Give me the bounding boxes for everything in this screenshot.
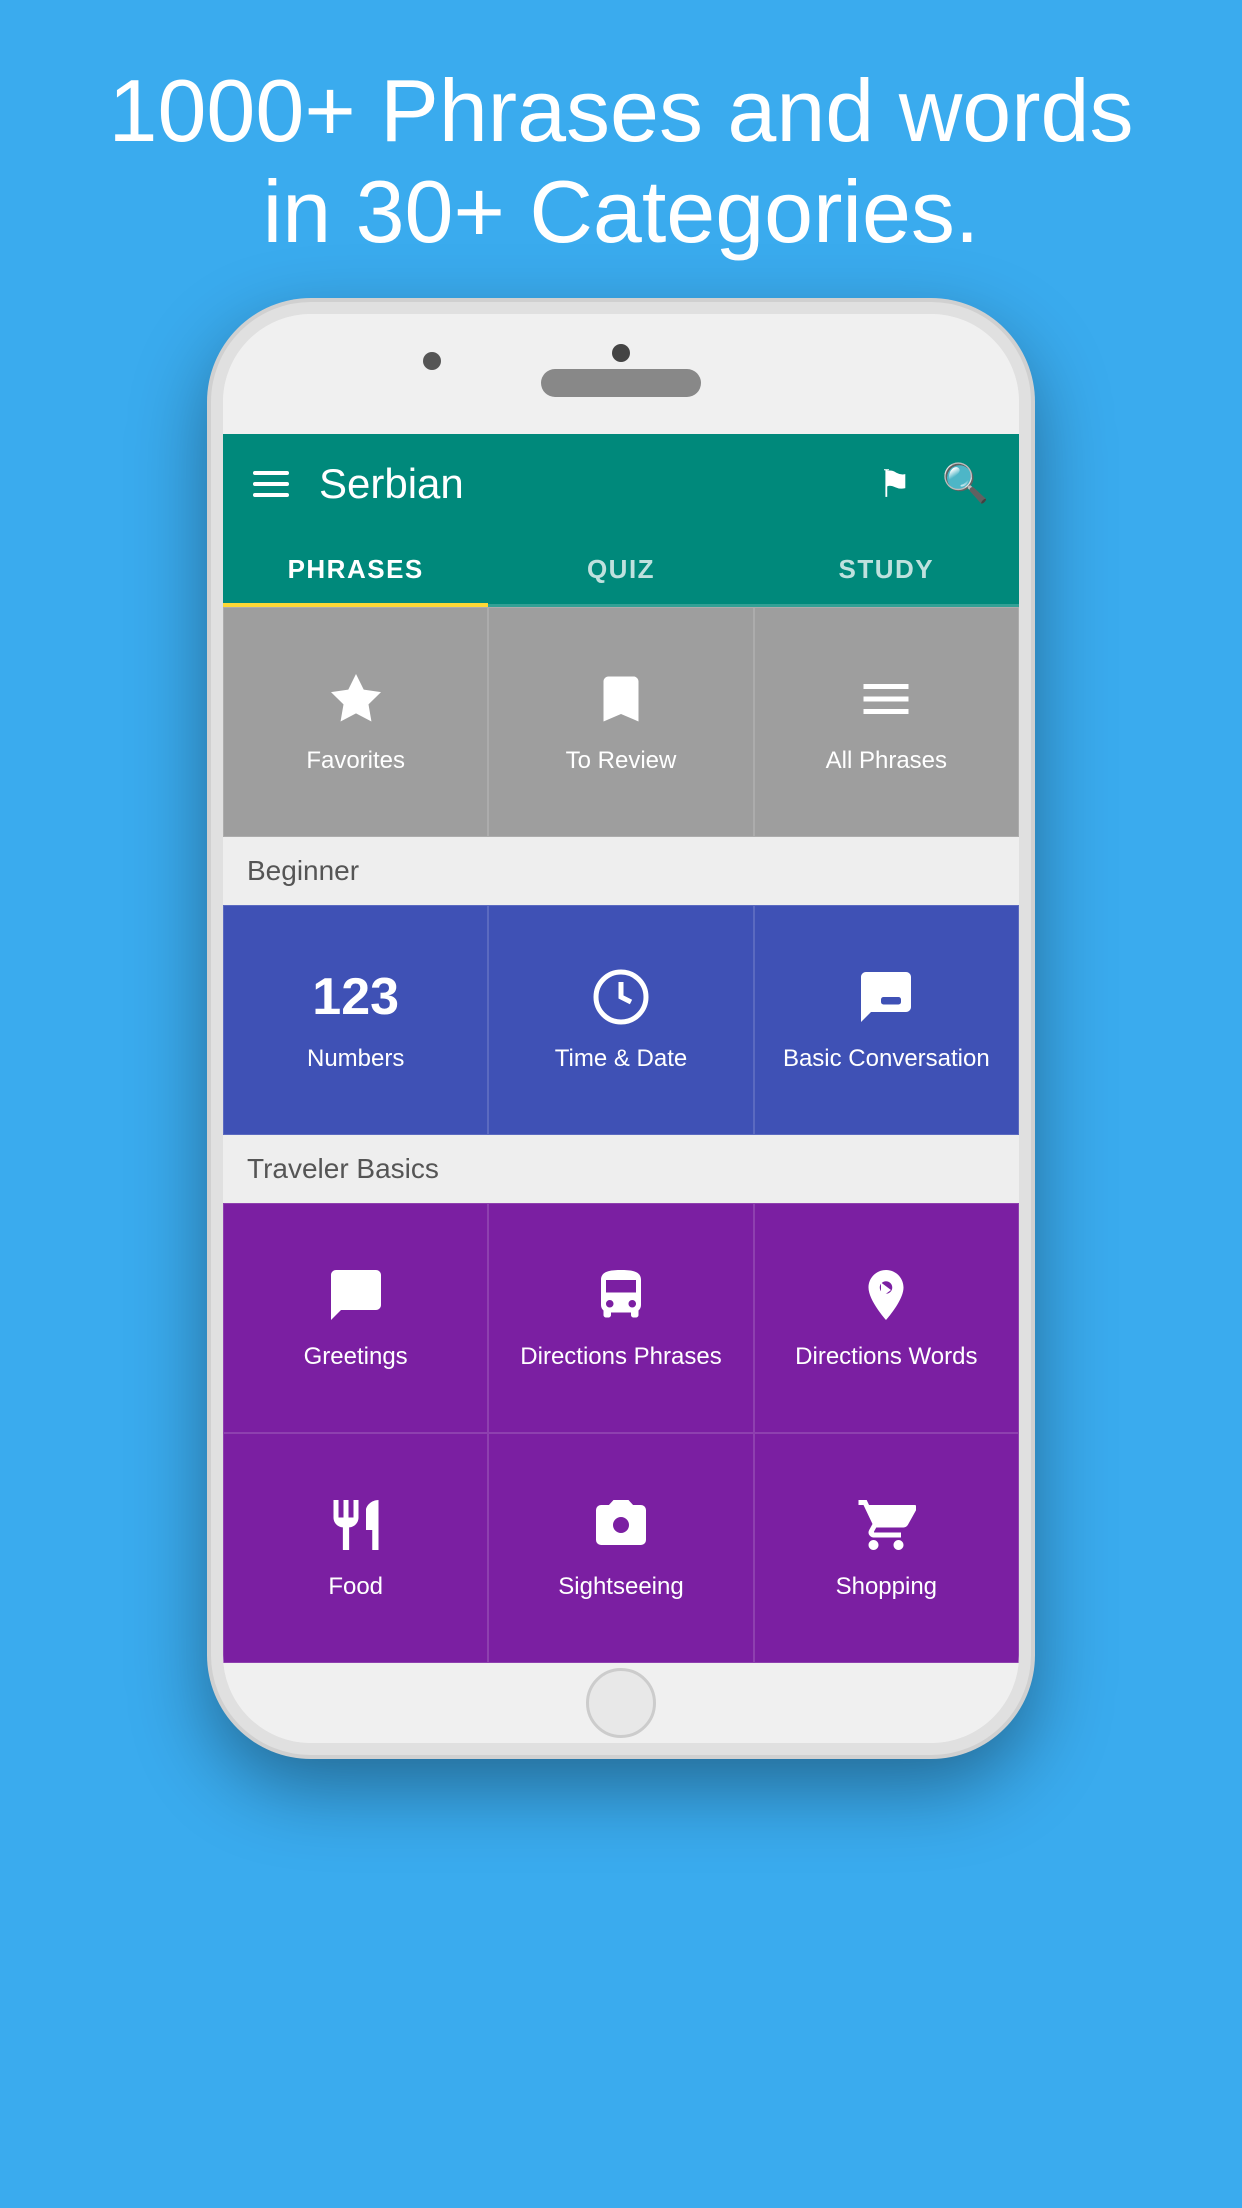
- grid-row-traveler: Greetings Directions Phrases Dire: [223, 1203, 1019, 1433]
- header-right: ⚑ 🔍: [878, 462, 989, 507]
- grid-row-more: Food Sightseeing Shopping: [223, 1433, 1019, 1663]
- section-label-traveler: Traveler Basics: [223, 1135, 1019, 1203]
- tile-time-date-label: Time & Date: [545, 1045, 697, 1073]
- grid-row-beginner: 123 Numbers Time & Date: [223, 905, 1019, 1135]
- menu-button[interactable]: [253, 471, 289, 497]
- tile-basic-conversation[interactable]: Basic Conversation: [754, 905, 1019, 1135]
- hero-line2: in 30+ Categories.: [263, 162, 980, 261]
- direction-icon: [856, 1265, 916, 1325]
- tile-numbers-label: Numbers: [297, 1045, 414, 1073]
- tile-shopping-label: Shopping: [826, 1573, 947, 1601]
- tab-quiz[interactable]: QUIZ: [488, 534, 753, 604]
- tile-favorites-label: Favorites: [296, 747, 415, 775]
- speaker-icon: [541, 369, 701, 397]
- tile-to-review[interactable]: To Review: [488, 607, 753, 837]
- tile-greetings-label: Greetings: [294, 1343, 418, 1371]
- tile-greetings[interactable]: Greetings: [223, 1203, 488, 1433]
- tile-all-phrases-label: All Phrases: [816, 747, 957, 775]
- tile-directions-words-label: Directions Words: [785, 1343, 987, 1371]
- section-top: Favorites To Review All Phrases: [223, 607, 1019, 837]
- app-title: Serbian: [319, 460, 464, 508]
- phone-bottom: [223, 1663, 1019, 1743]
- tile-directions-phrases[interactable]: Directions Phrases: [488, 1203, 753, 1433]
- camera-icon: [423, 352, 441, 370]
- flag-icon[interactable]: ⚑: [878, 462, 912, 507]
- header-left: Serbian: [253, 460, 464, 508]
- bus-icon: [591, 1265, 651, 1325]
- tile-food[interactable]: Food: [223, 1433, 488, 1663]
- front-camera-icon: [612, 344, 630, 362]
- grid-row-top: Favorites To Review All Phrases: [223, 607, 1019, 837]
- numbers-icon: 123: [312, 967, 399, 1027]
- section-more: Food Sightseeing Shopping: [223, 1433, 1019, 1663]
- tile-time-date[interactable]: Time & Date: [488, 905, 753, 1135]
- bookmark-icon: [591, 669, 651, 729]
- search-icon[interactable]: 🔍: [942, 462, 989, 506]
- tile-directions-phrases-label: Directions Phrases: [510, 1343, 731, 1371]
- tab-phrases[interactable]: PHRASES: [223, 534, 488, 604]
- chat-icon: [856, 967, 916, 1027]
- phone-top-bar: [223, 314, 1019, 434]
- tile-food-label: Food: [318, 1573, 393, 1601]
- app-screen: Serbian ⚑ 🔍 PHRASES QUIZ STUDY: [223, 434, 1019, 1663]
- tile-sightseeing[interactable]: Sightseeing: [488, 1433, 753, 1663]
- star-icon: [326, 669, 386, 729]
- tile-shopping[interactable]: Shopping: [754, 1433, 1019, 1663]
- cart-icon: [856, 1495, 916, 1555]
- tile-numbers[interactable]: 123 Numbers: [223, 905, 488, 1135]
- fork-icon: [326, 1495, 386, 1555]
- tile-directions-words[interactable]: Directions Words: [754, 1203, 1019, 1433]
- hero-section: 1000+ Phrases and words in 30+ Categorie…: [0, 0, 1242, 302]
- app-header: Serbian ⚑ 🔍: [223, 434, 1019, 534]
- tile-sightseeing-label: Sightseeing: [548, 1573, 693, 1601]
- speech-icon: [326, 1265, 386, 1325]
- tile-favorites[interactable]: Favorites: [223, 607, 488, 837]
- camera-icon: [591, 1495, 651, 1555]
- section-beginner: 123 Numbers Time & Date: [223, 905, 1019, 1135]
- section-label-beginner: Beginner: [223, 837, 1019, 905]
- tab-bar: PHRASES QUIZ STUDY: [223, 534, 1019, 607]
- phone-wrapper: Serbian ⚑ 🔍 PHRASES QUIZ STUDY: [0, 302, 1242, 1755]
- section-traveler: Greetings Directions Phrases Dire: [223, 1203, 1019, 1433]
- home-button[interactable]: [586, 1668, 656, 1738]
- clock-icon: [591, 967, 651, 1027]
- tile-to-review-label: To Review: [556, 747, 687, 775]
- tile-all-phrases[interactable]: All Phrases: [754, 607, 1019, 837]
- lines-icon: [856, 669, 916, 729]
- tile-basic-conversation-label: Basic Conversation: [773, 1045, 1000, 1073]
- hero-line1: 1000+ Phrases and words: [109, 61, 1134, 160]
- tab-study[interactable]: STUDY: [754, 534, 1019, 604]
- phone-frame: Serbian ⚑ 🔍 PHRASES QUIZ STUDY: [211, 302, 1031, 1755]
